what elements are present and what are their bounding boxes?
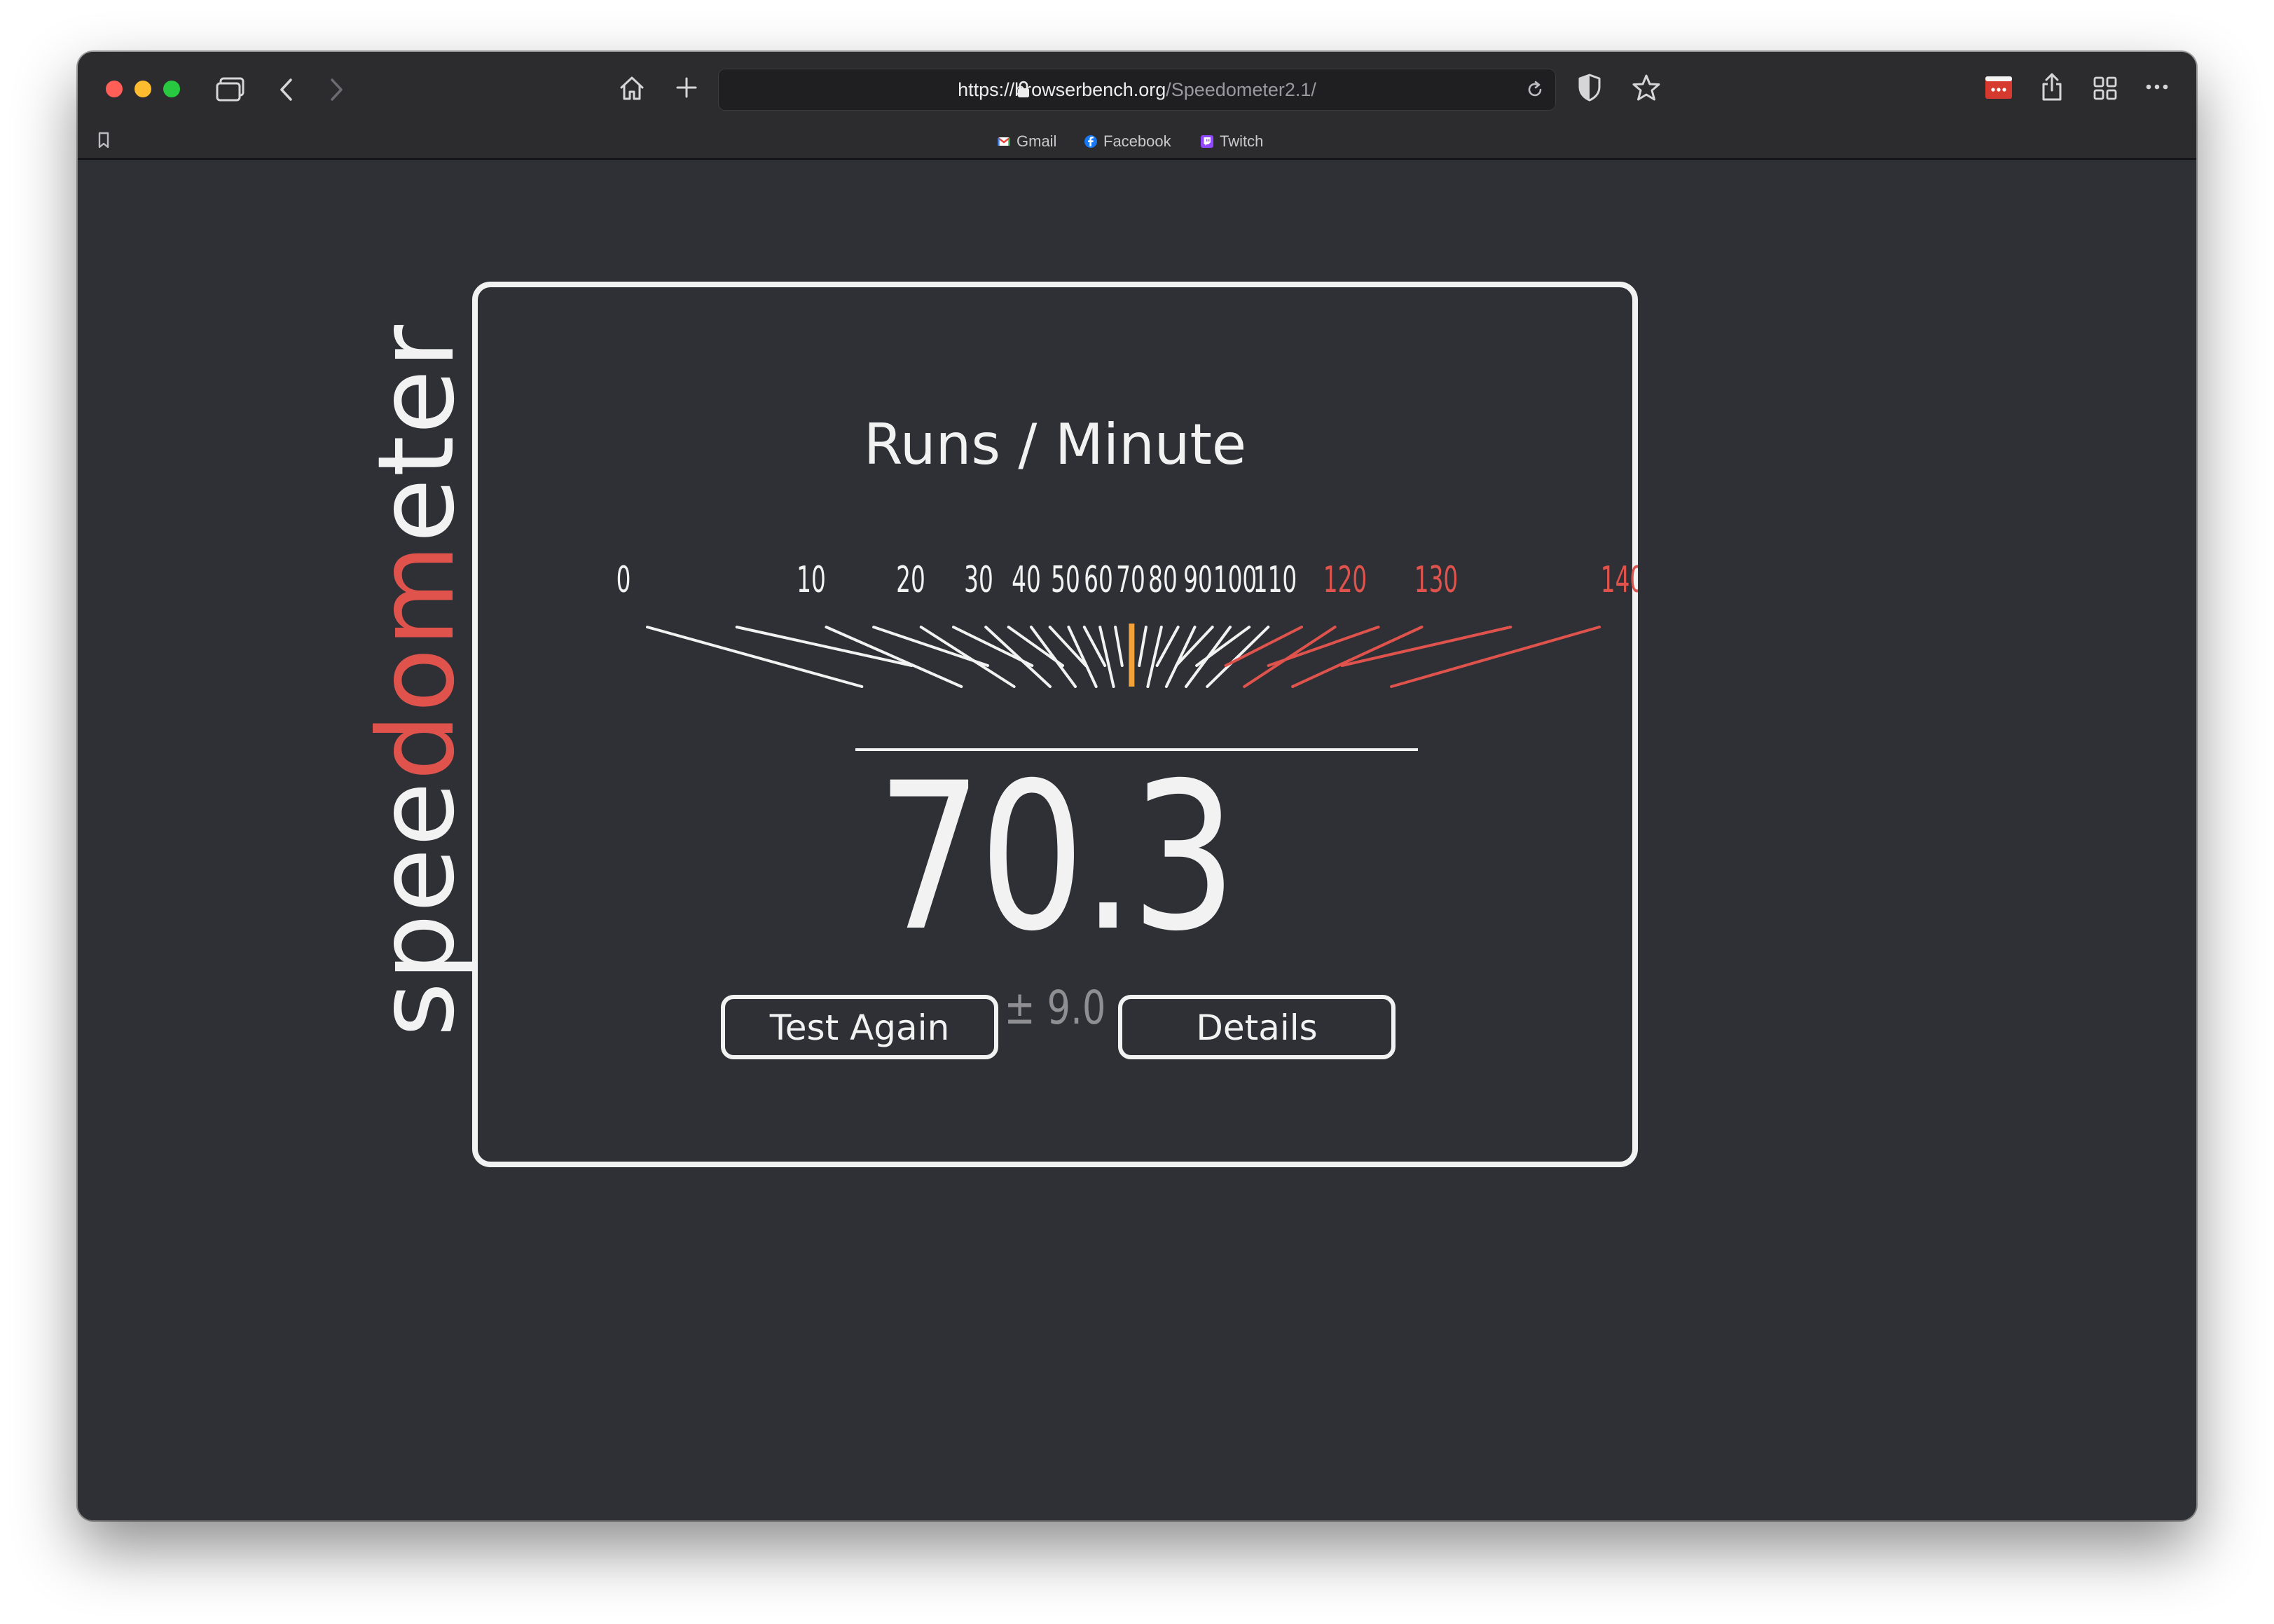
tab-overview-icon[interactable] <box>215 76 246 104</box>
gauge-tick <box>1195 626 1251 667</box>
gauge-label: 0 <box>616 558 631 600</box>
score-value: 70.3 <box>876 740 1237 976</box>
new-tab-icon[interactable] <box>675 76 698 99</box>
minimize-window-button[interactable] <box>135 81 151 97</box>
address-bar[interactable]: https://browserbench.org/Speedometer2.1/ <box>718 69 1556 111</box>
speedometer-logo: speedometer <box>356 324 478 1037</box>
favorite-gmail[interactable]: Gmail <box>997 132 1056 151</box>
lock-icon <box>1016 81 1031 102</box>
gauge-label: 20 <box>896 558 925 600</box>
bookmark-star-icon[interactable] <box>1632 73 1661 102</box>
gauge-label: 130 <box>1414 558 1458 600</box>
gauge-label: 70 <box>1116 558 1145 600</box>
maximize-window-button[interactable] <box>163 81 180 97</box>
logo-prefix: spee <box>356 780 478 1037</box>
gauge-label: 100 <box>1213 558 1257 600</box>
favorite-twitch[interactable]: Twitch <box>1200 132 1263 151</box>
facebook-icon <box>1084 135 1097 148</box>
gauge-tick <box>1030 626 1077 688</box>
gauge-label: 40 <box>1012 558 1041 600</box>
gauge-tick <box>1390 626 1601 688</box>
logo-accent: dom <box>356 542 478 781</box>
favorite-facebook-label: Facebook <box>1103 132 1171 150</box>
gauge-tick <box>1146 626 1163 688</box>
gauge-tick <box>825 626 963 688</box>
gauge-tick <box>646 626 864 688</box>
gauge-label: 10 <box>797 558 826 600</box>
gauge-tick <box>919 626 1016 688</box>
page-title: Runs / Minute <box>863 412 1247 477</box>
gauge-label: 60 <box>1084 558 1113 600</box>
gauge-tick <box>1164 626 1197 688</box>
url-text[interactable]: https://browserbench.org/Speedometer2.1/ <box>718 69 1556 111</box>
home-icon[interactable] <box>618 74 646 102</box>
gauge-label: 140 <box>1601 558 1638 600</box>
forward-icon[interactable] <box>328 77 345 102</box>
gauge-tick <box>1138 626 1148 667</box>
logo-suffix: eter <box>356 323 478 543</box>
details-button[interactable]: Details <box>1118 995 1396 1059</box>
gauge-label: 30 <box>964 558 993 600</box>
gauge-tick <box>1114 626 1124 667</box>
test-again-button[interactable]: Test Again <box>721 995 998 1059</box>
more-options-icon[interactable] <box>2144 81 2170 92</box>
gauge-label: 50 <box>1051 558 1080 600</box>
share-icon[interactable] <box>2039 71 2065 102</box>
gauge-label: 120 <box>1323 558 1367 600</box>
gauge-label: 80 <box>1148 558 1178 600</box>
gmail-icon <box>998 137 1010 146</box>
favorite-gmail-label: Gmail <box>1017 132 1057 150</box>
gauge-label: 90 <box>1183 558 1213 600</box>
favorite-twitch-label: Twitch <box>1220 132 1264 150</box>
password-manager-icon[interactable] <box>1985 76 2013 99</box>
url-host: https://browserbench.org <box>958 79 1166 100</box>
twitch-icon <box>1201 135 1213 148</box>
favorite-facebook[interactable]: Facebook <box>1084 132 1171 151</box>
url-path: /Speedometer2.1/ <box>1166 79 1316 100</box>
gauge-tick <box>984 626 1052 688</box>
gauge-tick <box>1098 626 1115 688</box>
privacy-shield-icon[interactable] <box>1577 73 1602 102</box>
back-icon[interactable] <box>278 77 295 102</box>
gauge-label: 110 <box>1253 558 1297 600</box>
gauge-tick <box>1291 626 1424 688</box>
close-window-button[interactable] <box>106 81 123 97</box>
reload-icon[interactable] <box>1525 80 1545 102</box>
gauge-tick <box>1067 626 1098 688</box>
browser-toolbar: https://browserbench.org/Speedometer2.1/ <box>78 52 2196 158</box>
tab-grid-icon[interactable] <box>2093 76 2118 101</box>
favorites-bar: Gmail Facebook Twitch <box>78 128 2196 156</box>
